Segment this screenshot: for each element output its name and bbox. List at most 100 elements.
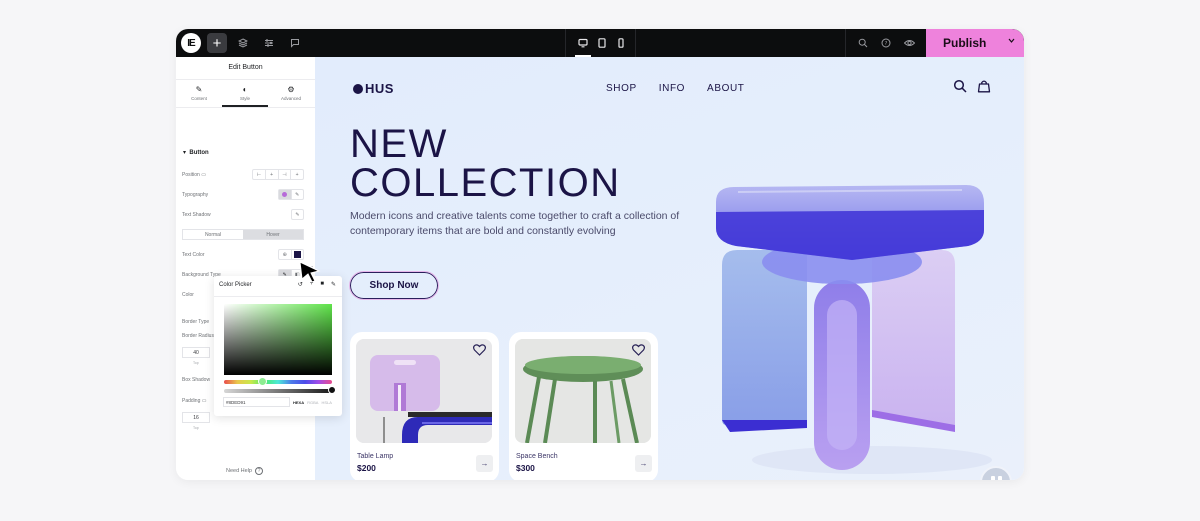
- hero-title-line2: COLLECTION: [350, 161, 621, 205]
- add-element-button[interactable]: +: [207, 33, 227, 53]
- section-button-toggle[interactable]: ▾ Button: [183, 149, 209, 156]
- position-control[interactable]: ⊢ + ⊣ +: [252, 169, 304, 180]
- divider: [176, 79, 315, 80]
- text-shadow-edit[interactable]: ✎: [291, 209, 304, 220]
- padding-top-input[interactable]: 16: [182, 412, 210, 423]
- text-shadow-label: Text Shadow: [182, 212, 211, 218]
- elementor-logo-icon: IE: [187, 37, 196, 49]
- site-logo[interactable]: HUS: [353, 81, 394, 96]
- tab-style[interactable]: ◐ Style: [222, 85, 268, 101]
- divider: [565, 29, 566, 57]
- panel-title: Edit Button: [228, 64, 263, 71]
- hero-title-line1: NEW: [350, 122, 448, 166]
- state-normal-tab[interactable]: Normal: [183, 230, 243, 239]
- publish-label: Publish: [943, 36, 987, 50]
- product-card[interactable]: Space Bench $300 →: [509, 332, 658, 480]
- nav-item-shop[interactable]: SHOP: [606, 83, 637, 94]
- product-card[interactable]: Table Lamp $200 →: [350, 332, 499, 480]
- tab-label: Style: [239, 96, 250, 101]
- site-nav: SHOP INFO ABOUT: [606, 83, 745, 94]
- logo-dot-icon: [353, 83, 363, 94]
- tab-content[interactable]: ✎ Content: [176, 85, 222, 101]
- product-image-space-bench: [515, 339, 651, 443]
- format-hexa-tab[interactable]: HEXA: [293, 400, 304, 405]
- align-end-icon[interactable]: ⊣: [277, 170, 291, 179]
- padding-top-label: Top: [193, 426, 199, 430]
- search-button[interactable]: [853, 33, 873, 53]
- border-type-label: Border Type: [182, 319, 210, 325]
- shopping-bag-icon[interactable]: [977, 79, 991, 93]
- contrast-icon: ◐: [242, 85, 248, 94]
- nav-item-info[interactable]: INFO: [659, 83, 685, 94]
- typography-label: Typography: [182, 192, 209, 198]
- heart-icon[interactable]: [473, 344, 486, 356]
- need-help-link[interactable]: Need Help ?: [226, 467, 263, 475]
- site-preview-canvas: HUS SHOP INFO ABOUT NEW COLLECTION Moder…: [315, 57, 1024, 480]
- product-price: $300: [516, 463, 535, 473]
- device-desktop-button[interactable]: [573, 33, 593, 53]
- position-label: Position ▭: [182, 172, 206, 178]
- structure-button[interactable]: [233, 33, 253, 53]
- edit-pencil-icon: ✎: [295, 211, 300, 218]
- publish-button[interactable]: Publish: [926, 29, 1024, 57]
- saturation-value-area[interactable]: [224, 304, 332, 375]
- desktop-icon: ▭: [201, 172, 206, 178]
- search-icon: [858, 38, 868, 48]
- hue-slider-handle[interactable]: [258, 377, 267, 386]
- text-color-label: Text Color: [182, 252, 205, 258]
- section-title: Button: [189, 150, 209, 156]
- chevron-down-icon[interactable]: [1007, 36, 1016, 48]
- plus-icon: +: [212, 34, 222, 52]
- border-radius-top-input[interactable]: 40: [182, 347, 210, 358]
- svg-text:?: ?: [885, 41, 888, 47]
- state-toggle: Normal Hover: [182, 229, 304, 240]
- shop-now-button[interactable]: Shop Now: [349, 271, 439, 300]
- help-button[interactable]: ?: [876, 33, 896, 53]
- text-color-control[interactable]: ⊕: [278, 249, 304, 260]
- comments-button[interactable]: [285, 33, 305, 53]
- color-swatch[interactable]: [290, 250, 304, 259]
- globe-icon[interactable]: ⊕: [279, 250, 291, 259]
- hex-color-input[interactable]: #8DED91: [223, 397, 290, 407]
- product-name: Space Bench: [516, 453, 558, 460]
- alpha-slider[interactable]: [224, 389, 332, 393]
- align-start-icon[interactable]: ⊢: [253, 170, 265, 179]
- tablet-icon: [598, 38, 606, 48]
- editor-window: IE + ? Publish Edit Button ✎ Content ◐ S…: [176, 29, 1024, 480]
- arrow-right-icon[interactable]: →: [476, 455, 493, 472]
- eyedropper-icon[interactable]: ✎: [331, 281, 336, 288]
- color-picker-title: Color Picker: [219, 282, 252, 288]
- device-mobile-button[interactable]: [611, 33, 631, 53]
- typography-control[interactable]: ✎: [278, 189, 304, 200]
- comment-icon: [291, 39, 299, 48]
- brand-name: HUS: [365, 81, 394, 96]
- color-label: Color: [182, 292, 194, 298]
- format-rgba-tab[interactable]: RGBA: [307, 400, 318, 405]
- nav-item-about[interactable]: ABOUT: [707, 83, 744, 94]
- search-icon[interactable]: [953, 79, 967, 93]
- state-hover-tab[interactable]: Hover: [243, 230, 303, 239]
- heart-icon[interactable]: [632, 344, 645, 356]
- align-stretch-icon[interactable]: +: [290, 170, 303, 179]
- hue-slider[interactable]: [224, 380, 332, 384]
- mobile-icon: [618, 38, 624, 48]
- layers-icon: [238, 38, 248, 48]
- help-icon: ?: [881, 38, 891, 48]
- divider: [176, 107, 315, 108]
- eye-icon: [903, 40, 915, 46]
- box-shadow-label: Box Shadow: [182, 377, 211, 383]
- tab-advanced[interactable]: ⚙ Advanced: [268, 85, 314, 101]
- align-center-icon[interactable]: +: [264, 170, 278, 179]
- arrow-right-icon[interactable]: →: [635, 455, 652, 472]
- preview-button[interactable]: [899, 33, 919, 53]
- edit-pencil-icon[interactable]: ✎: [290, 190, 304, 199]
- format-hsla-tab[interactable]: HSLA: [321, 400, 331, 405]
- hero-product-image: [692, 170, 1012, 480]
- globals-button[interactable]: [279, 190, 291, 199]
- alpha-slider-handle[interactable]: [328, 386, 336, 394]
- tab-label: Content: [191, 96, 207, 101]
- device-tablet-button[interactable]: [592, 33, 612, 53]
- divider: [635, 29, 636, 57]
- elementor-logo-button[interactable]: IE: [181, 33, 201, 53]
- site-settings-button[interactable]: [259, 33, 279, 53]
